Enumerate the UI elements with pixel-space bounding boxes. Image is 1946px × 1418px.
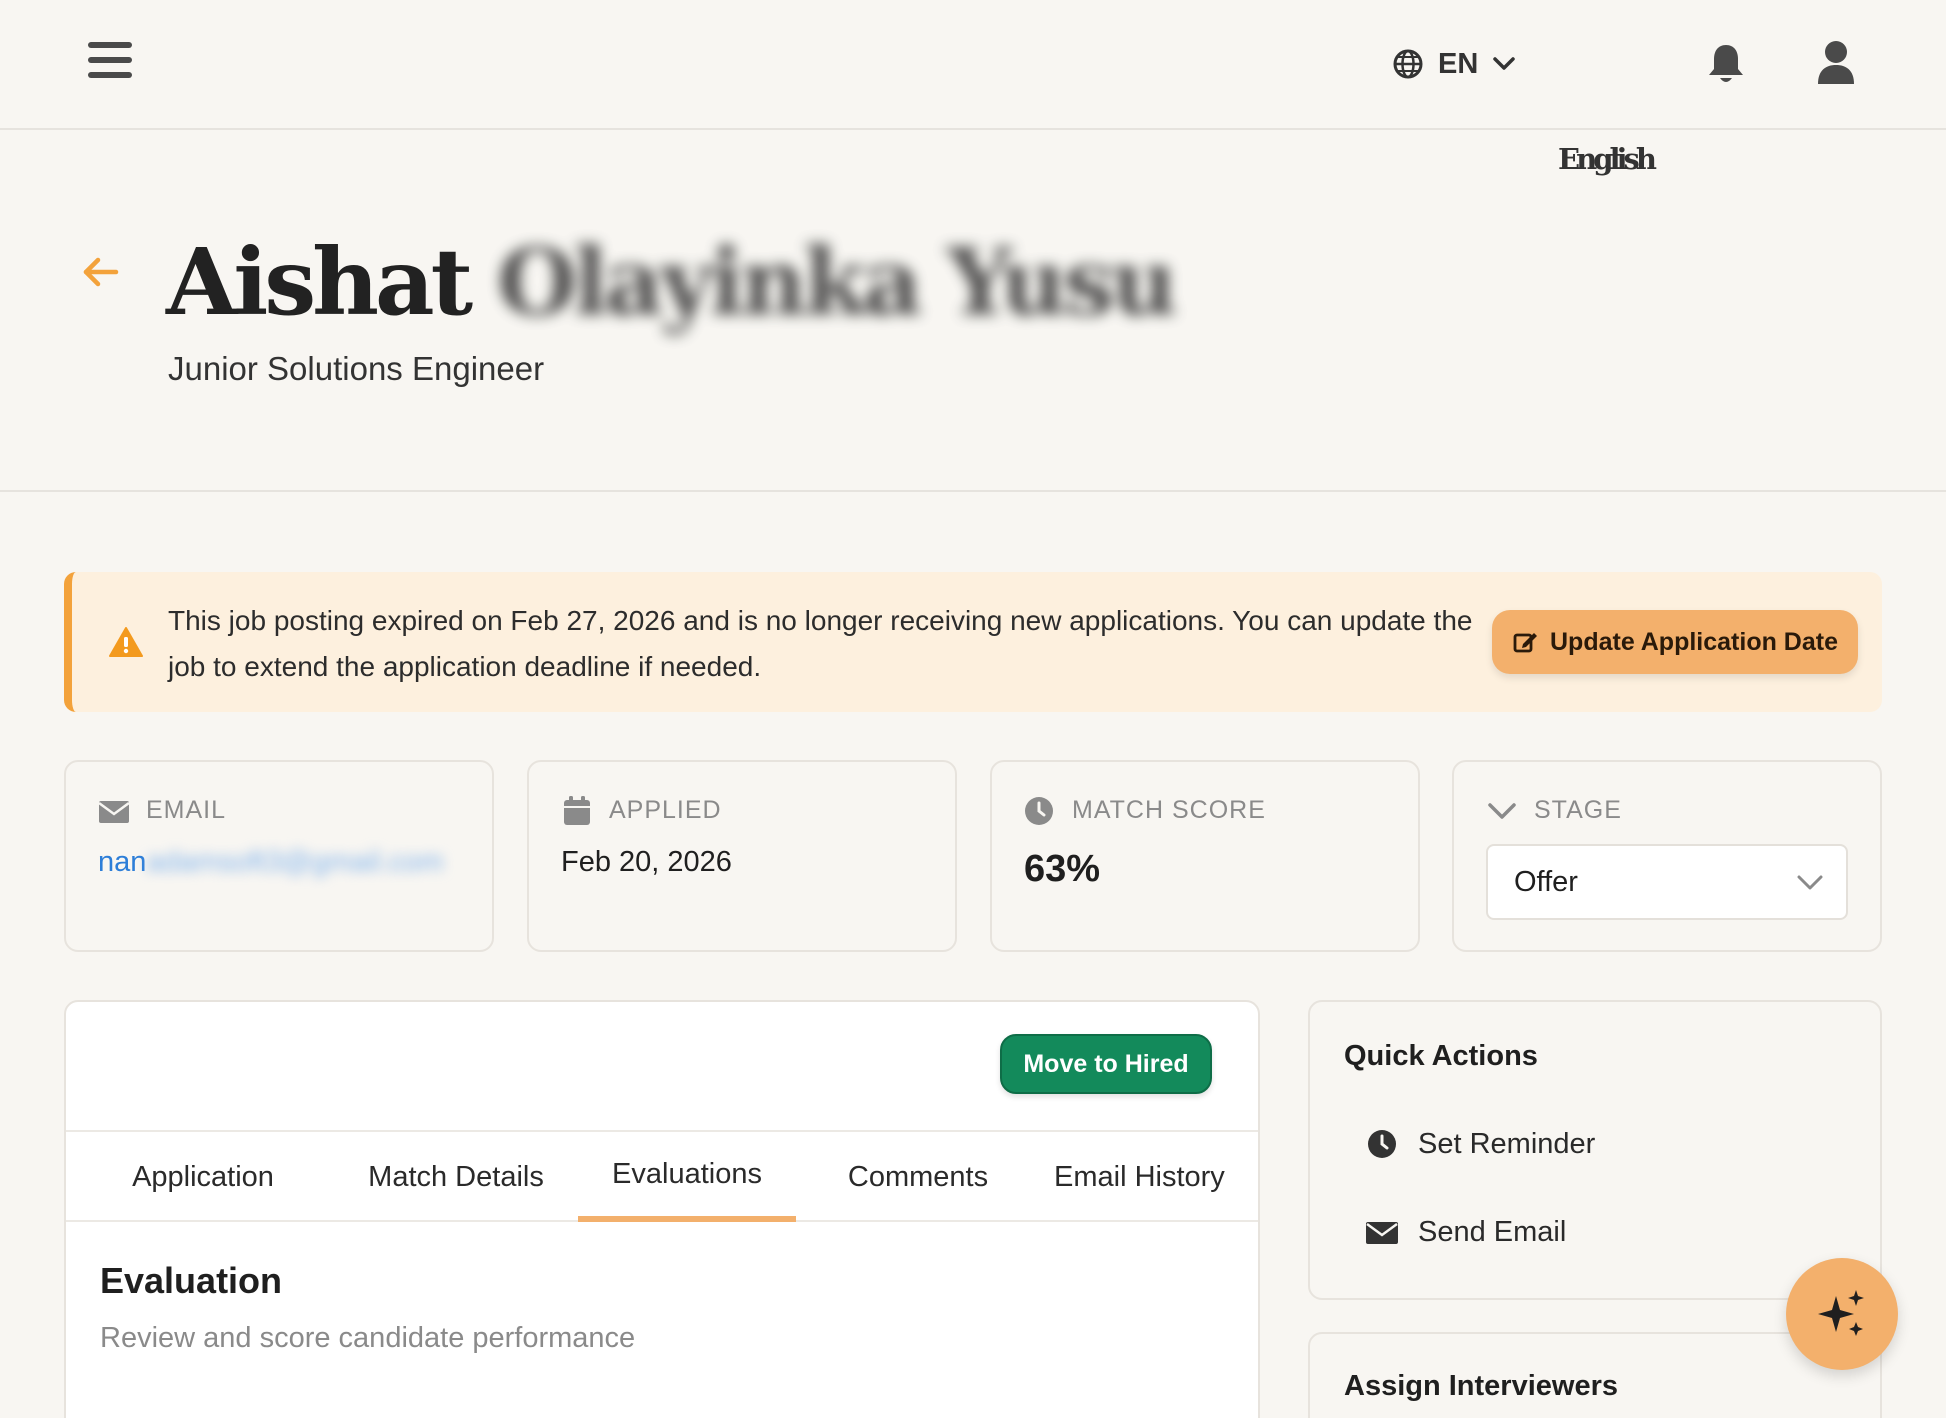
- edit-icon: [1513, 633, 1537, 653]
- section-title: Evaluation: [100, 1260, 283, 1301]
- email-visible-part: nan: [98, 846, 147, 878]
- candidate-name: Aishat Olayinka Yusu: [166, 228, 1178, 336]
- section-subtitle: Review and score candidate performance: [100, 1322, 636, 1354]
- tab-comments[interactable]: Comments: [818, 1132, 1018, 1222]
- send-email-label: Send Email: [1418, 1215, 1567, 1248]
- set-reminder-action[interactable]: Set Reminder: [1366, 1122, 1595, 1166]
- candidate-last-name-redacted: Olayinka Yusu: [497, 228, 1178, 336]
- quick-actions-title: Quick Actions: [1344, 1040, 1538, 1072]
- match-score-label: MATCH SCORE: [1072, 796, 1266, 824]
- email-card: EMAIL nanadamsoft3@gmail.com: [64, 760, 494, 952]
- applied-date: Feb 20, 2026: [561, 846, 732, 878]
- email-label: EMAIL: [146, 796, 227, 824]
- send-email-action[interactable]: Send Email: [1366, 1210, 1566, 1254]
- tab-match-details[interactable]: Match Details: [336, 1132, 576, 1222]
- top-bar: EN English: [0, 0, 1946, 176]
- envelope-icon: [98, 801, 130, 823]
- envelope-icon: [1366, 1222, 1398, 1244]
- tab-application[interactable]: Application: [88, 1132, 318, 1222]
- hamburger-icon[interactable]: [88, 42, 136, 86]
- chevron-down-icon: [1488, 803, 1516, 819]
- email-redacted-part: adamsoft3@gmail.com: [146, 846, 444, 878]
- clock-icon: [1025, 797, 1053, 825]
- applied-label: APPLIED: [609, 796, 722, 824]
- ai-assistant-button[interactable]: [1786, 1258, 1898, 1370]
- tab-bar: Application Match Details Evaluations Co…: [66, 1130, 1258, 1222]
- back-arrow-icon[interactable]: [80, 252, 120, 292]
- stage-label: STAGE: [1534, 796, 1622, 824]
- quick-actions-panel: Quick Actions Set Reminder Send Email: [1308, 1000, 1882, 1300]
- calendar-icon: [564, 796, 590, 825]
- stage-selected-value: Offer: [1514, 866, 1578, 898]
- match-score-value: 63%: [1024, 848, 1101, 890]
- applied-card: APPLIED Feb 20, 2026: [527, 760, 957, 952]
- clock-icon: [1368, 1130, 1396, 1158]
- candidate-first-name: Aishat: [166, 228, 473, 336]
- candidate-job-title: Junior Solutions Engineer: [168, 350, 545, 387]
- globe-icon: [1393, 49, 1423, 79]
- warning-icon: [109, 627, 143, 657]
- stage-select[interactable]: Offer: [1486, 844, 1848, 920]
- email-value[interactable]: nanadamsoft3@gmail.com: [98, 846, 443, 879]
- candidate-header: Aishat Olayinka Yusu Junior Solutions En…: [0, 130, 1946, 492]
- update-application-date-label: Update Application Date: [1550, 627, 1838, 656]
- update-application-date-button[interactable]: Update Application Date: [1492, 610, 1858, 674]
- user-icon[interactable]: [1816, 40, 1856, 86]
- language-code: EN: [1438, 47, 1479, 80]
- move-to-hired-button[interactable]: Move to Hired: [1000, 1034, 1212, 1094]
- language-selector[interactable]: EN English: [1392, 44, 1657, 176]
- assign-interviewers-title: Assign Interviewers: [1344, 1370, 1618, 1402]
- candidate-detail-panel: Move to Hired Application Match Details …: [64, 1000, 1260, 1418]
- expired-job-alert: This job posting expired on Feb 27, 2026…: [64, 572, 1882, 712]
- set-reminder-label: Set Reminder: [1418, 1127, 1596, 1160]
- sparkles-icon: [1818, 1290, 1864, 1336]
- tab-email-history[interactable]: Email History: [1034, 1132, 1258, 1222]
- alert-message: This job posting expired on Feb 27, 2026…: [168, 605, 1473, 682]
- tab-evaluations[interactable]: Evaluations: [578, 1132, 796, 1222]
- match-score-card: MATCH SCORE 63%: [990, 760, 1420, 952]
- chevron-down-icon: [1797, 875, 1823, 890]
- bell-icon[interactable]: [1706, 42, 1746, 86]
- stage-card: STAGE Offer: [1452, 760, 1882, 952]
- chevron-down-icon: [1493, 57, 1516, 70]
